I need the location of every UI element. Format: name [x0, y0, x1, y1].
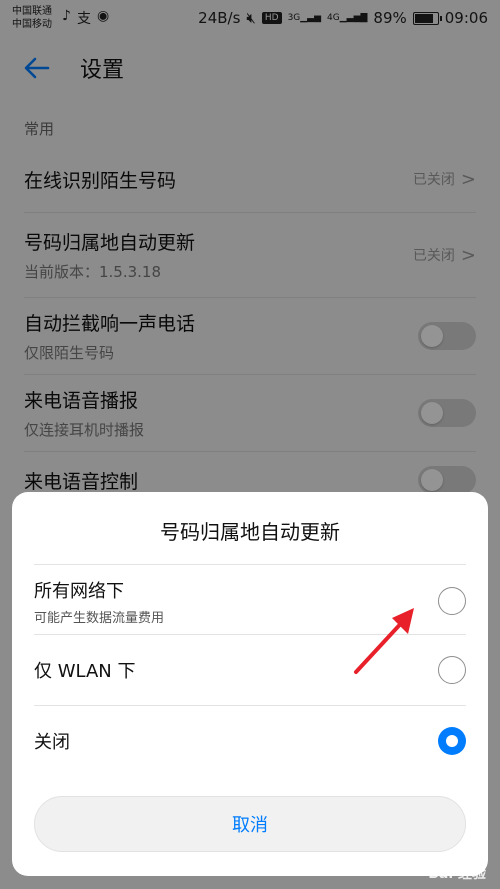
watermark-logo: Bai 经验 [428, 866, 486, 882]
option-all-networks[interactable]: 所有网络下 可能产生数据流量费用 [34, 568, 466, 634]
option-off[interactable]: 关闭 [34, 706, 466, 776]
radio-button[interactable] [438, 587, 466, 615]
option-wlan-only[interactable]: 仅 WLAN 下 [34, 635, 466, 705]
radio-button[interactable] [438, 656, 466, 684]
option-subtitle: 可能产生数据流量费用 [34, 610, 165, 626]
option-label: 关闭 [34, 732, 70, 753]
option-label: 仅 WLAN 下 [34, 661, 136, 682]
option-label: 所有网络下 [34, 580, 124, 602]
dialog-title: 号码归属地自动更新 [160, 520, 340, 544]
divider [34, 564, 466, 565]
update-dialog: 号码归属地自动更新 所有网络下 可能产生数据流量费用 仅 WLAN 下 关闭 取… [12, 492, 488, 876]
radio-button-selected[interactable] [438, 727, 466, 755]
cancel-button[interactable]: 取消 [34, 796, 466, 852]
